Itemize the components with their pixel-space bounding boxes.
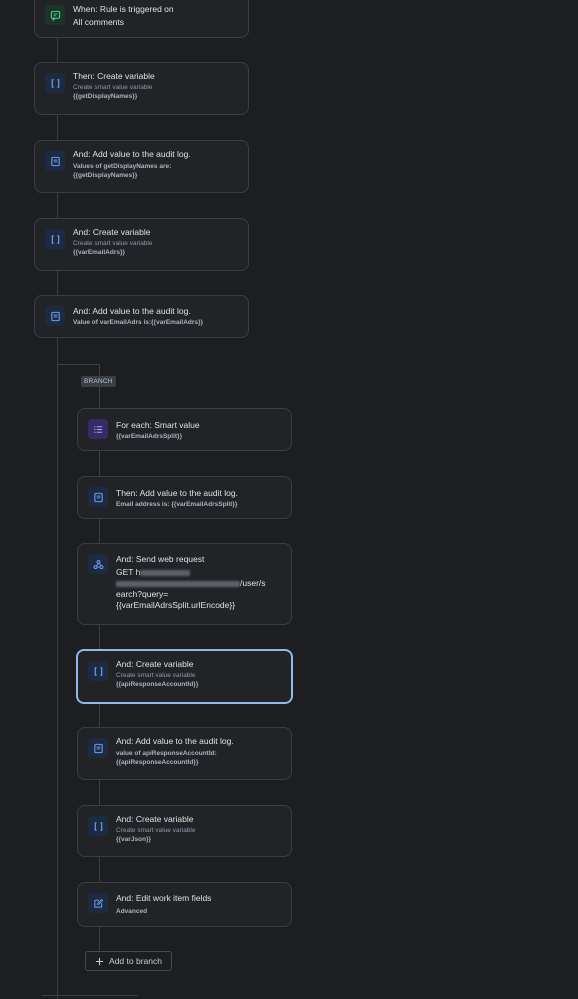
bottom-connector-stub bbox=[42, 995, 138, 996]
branch-connector-h bbox=[57, 364, 99, 365]
audit-log-card[interactable]: And: Add value to the audit log. Values … bbox=[34, 140, 249, 193]
step-title: And: Edit work item fields bbox=[116, 893, 212, 903]
add-to-branch-button[interactable]: Add to branch bbox=[85, 951, 172, 971]
step-detail-line2: {{apiResponseAccountId}} bbox=[116, 759, 199, 766]
step-title: And: Add value to the audit log. bbox=[116, 736, 234, 746]
edit-work-item-card[interactable]: And: Edit work item fields Advanced bbox=[77, 882, 292, 927]
request-line-4: {{varEmailAdrsSplit.urlEncode}} bbox=[116, 600, 236, 610]
trigger-card[interactable]: When: Rule is triggered on All comments bbox=[34, 0, 249, 38]
step-title: And: Create variable bbox=[116, 814, 194, 824]
step-title: Then: Create variable bbox=[73, 71, 155, 81]
send-web-request-card[interactable]: And: Send web request GET h /user/s earc… bbox=[77, 543, 292, 625]
step-subtitle: Create smart value variable bbox=[116, 827, 196, 834]
variable-icon bbox=[88, 816, 108, 836]
step-title: And: Add value to the audit log. bbox=[73, 149, 191, 159]
audit-log-card[interactable]: Then: Add value to the audit log. Email … bbox=[77, 476, 292, 519]
create-variable-card[interactable]: And: Create variable Create smart value … bbox=[77, 805, 292, 857]
audit-log-card[interactable]: And: Add value to the audit log. Value o… bbox=[34, 295, 249, 338]
step-detail: Value of varEmailAdrs is:{{varEmailAdrs}… bbox=[73, 319, 204, 326]
plus-icon bbox=[95, 957, 104, 966]
step-detail-line1: Values of getDisplayNames are: bbox=[73, 163, 172, 170]
step-detail: Advanced bbox=[116, 908, 148, 915]
audit-log-icon bbox=[45, 151, 65, 171]
request-line-1: GET h bbox=[116, 567, 285, 578]
step-title: And: Create variable bbox=[116, 659, 194, 669]
branch-badge: BRANCH bbox=[81, 376, 116, 387]
variable-icon bbox=[88, 661, 108, 681]
step-title: Then: Add value to the audit log. bbox=[116, 488, 238, 498]
step-detail: Email address is: {{varEmailAdrsSplit}} bbox=[116, 501, 238, 508]
create-variable-card[interactable]: And: Create variable Create smart value … bbox=[34, 218, 249, 271]
for-each-detail: {{varEmailAdrsSplit}} bbox=[116, 433, 183, 440]
add-to-branch-label: Add to branch bbox=[109, 956, 162, 966]
trigger-detail: All comments bbox=[73, 17, 125, 27]
list-icon bbox=[88, 419, 108, 439]
step-title: And: Create variable bbox=[73, 227, 151, 237]
step-detail: {{varJson}} bbox=[116, 836, 152, 843]
step-title: And: Send web request bbox=[116, 554, 205, 564]
webhook-icon bbox=[88, 554, 108, 574]
step-detail-line2: {{getDisplayNames}} bbox=[73, 172, 138, 179]
create-variable-card[interactable]: And: Create variable Create smart value … bbox=[76, 649, 293, 704]
create-variable-card[interactable]: Then: Create variable Create smart value… bbox=[34, 62, 249, 115]
step-subtitle: Create smart value variable bbox=[116, 672, 196, 679]
step-detail-line1: value of apiResponseAccountId: bbox=[116, 750, 217, 757]
step-subtitle: Create smart value variable bbox=[73, 84, 153, 91]
comment-icon bbox=[45, 5, 65, 25]
step-detail: {{getDisplayNames}} bbox=[73, 93, 138, 100]
request-line-3: earch?query= bbox=[116, 589, 169, 599]
step-subtitle: Create smart value variable bbox=[73, 240, 153, 247]
audit-log-card[interactable]: And: Add value to the audit log. value o… bbox=[77, 727, 292, 780]
step-title: And: Add value to the audit log. bbox=[73, 306, 191, 316]
step-detail: {{varEmailAdrs}} bbox=[73, 249, 126, 256]
step-detail: {{apiResponseAccountId}} bbox=[116, 681, 199, 688]
variable-icon bbox=[45, 229, 65, 249]
variable-icon bbox=[45, 73, 65, 93]
edit-icon bbox=[88, 893, 108, 913]
request-line-2: /user/s bbox=[116, 578, 285, 589]
audit-log-icon bbox=[88, 487, 108, 507]
for-each-title: For each: Smart value bbox=[116, 420, 200, 430]
for-each-card[interactable]: For each: Smart value {{varEmailAdrsSpli… bbox=[77, 408, 292, 451]
audit-log-icon bbox=[88, 738, 108, 758]
trigger-title: When: Rule is triggered on bbox=[73, 4, 174, 14]
audit-log-icon bbox=[45, 306, 65, 326]
